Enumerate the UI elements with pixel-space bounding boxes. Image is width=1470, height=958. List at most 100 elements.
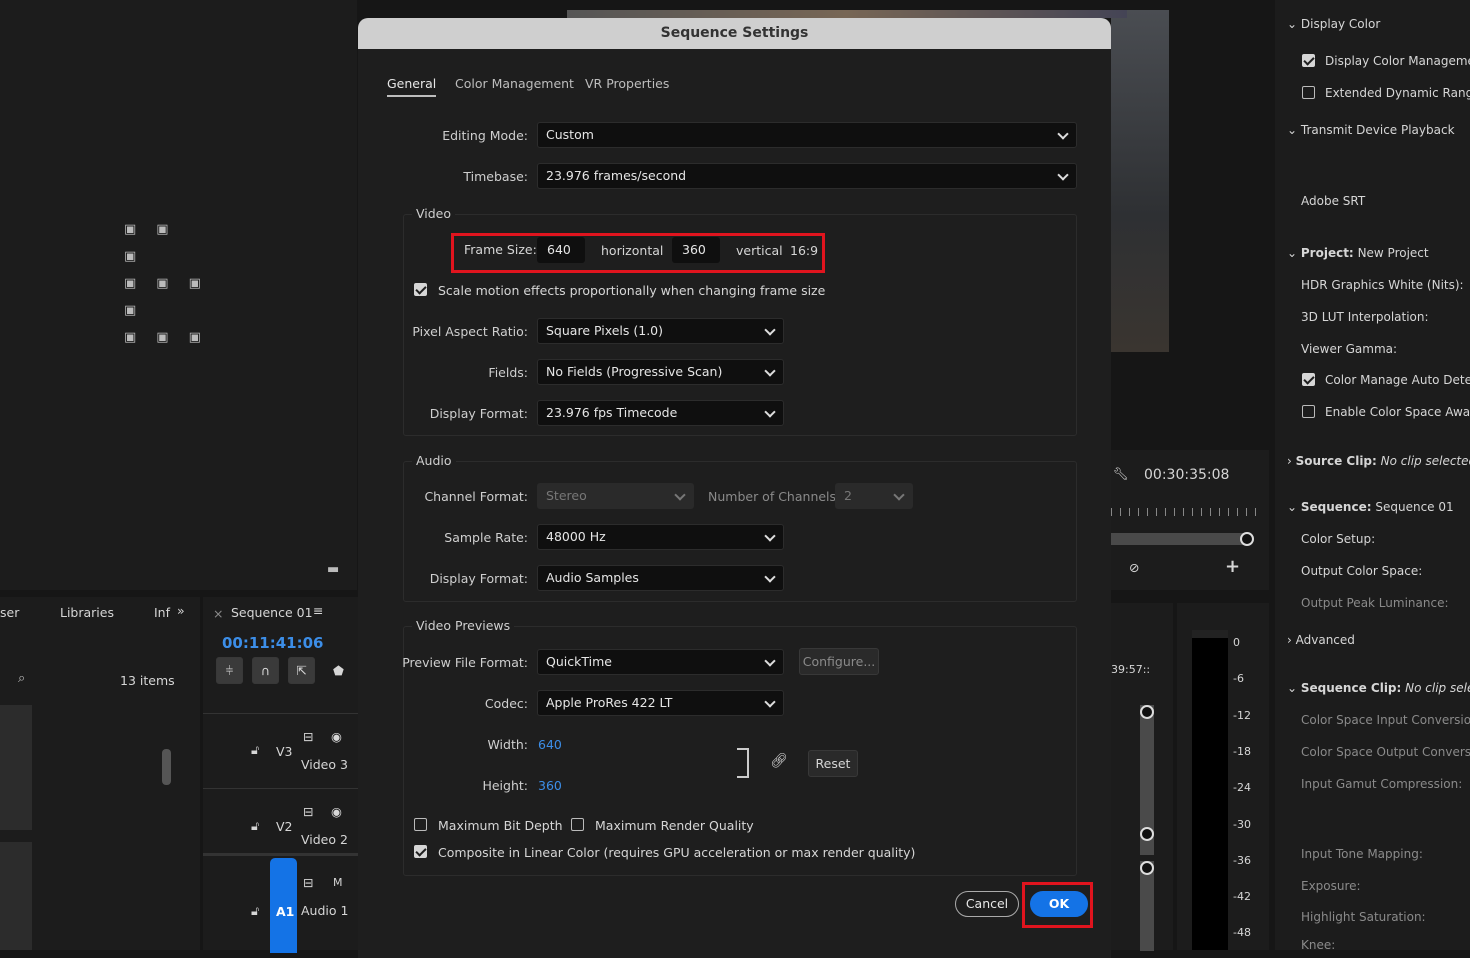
codec-label: Codec: xyxy=(358,696,528,711)
fields-dropdown[interactable]: No Fields (Progressive Scan) xyxy=(537,359,784,385)
scroll-handle[interactable] xyxy=(1140,827,1154,841)
meter-tick-label: -30 xyxy=(1233,818,1251,831)
clip-icon-grid: ▣▣▣▣▣▣▣▣▣▣ xyxy=(124,216,221,351)
channel-format-dropdown[interactable]: Stereo xyxy=(537,483,694,509)
num-channels-dropdown[interactable]: 2 xyxy=(835,483,913,509)
aspect-ratio: 16:9 xyxy=(790,243,818,258)
nest-button[interactable]: ⫩ xyxy=(216,657,243,684)
meter-tick-label: -18 xyxy=(1233,745,1251,758)
audio-display-format-label: Display Format: xyxy=(358,571,528,586)
scroll-handle[interactable] xyxy=(1140,705,1154,719)
linked-selection-button[interactable]: ⇱ xyxy=(288,657,315,684)
add-button-icon[interactable]: + xyxy=(1225,556,1240,577)
sequence-tab[interactable]: Sequence 01 xyxy=(231,605,313,620)
auto-detect-label: Color Manage Auto Detect xyxy=(1325,373,1470,387)
mute-button[interactable]: M xyxy=(333,876,343,889)
close-icon[interactable]: × xyxy=(213,606,223,621)
sync-icon[interactable]: ⊟ xyxy=(303,875,313,890)
marker-icon[interactable]: ⬟ xyxy=(333,663,344,678)
track-name: Audio 1 xyxy=(301,903,348,918)
linear-color-checkbox[interactable] xyxy=(414,845,427,858)
vertical-label: vertical xyxy=(736,243,783,258)
frame-height-input[interactable]: 360 xyxy=(672,237,720,263)
track-id[interactable]: V3 xyxy=(276,744,293,759)
tab-libraries[interactable]: Libraries xyxy=(60,605,114,620)
sync-icon[interactable]: ⊟ xyxy=(303,804,313,819)
lock-icon[interactable]: 🔓︎ xyxy=(251,742,259,758)
preview-width-value[interactable]: 640 xyxy=(538,737,562,752)
fields-label: Fields: xyxy=(358,365,528,380)
transmit-section[interactable]: ⌄ Transmit Device Playback xyxy=(1287,123,1455,137)
display-color-section[interactable]: ⌄ Display Color xyxy=(1287,17,1380,31)
auto-detect-checkbox[interactable] xyxy=(1302,373,1315,386)
scrollbar[interactable] xyxy=(162,749,171,785)
advanced-section[interactable]: › Advanced xyxy=(1287,633,1355,647)
eye-icon[interactable]: ◉ xyxy=(331,804,342,819)
color-space-aware-label: Enable Color Space Aware xyxy=(1325,405,1470,419)
pixel-aspect-dropdown[interactable]: Square Pixels (1.0) xyxy=(537,318,784,344)
lock-icon[interactable]: 🔓︎ xyxy=(251,903,259,919)
video-display-format-label: Display Format: xyxy=(358,406,528,421)
folder-icon[interactable]: ▬ xyxy=(327,562,339,577)
video-section-label: Video xyxy=(412,206,455,221)
codec-dropdown[interactable]: Apple ProRes 422 LT xyxy=(537,690,784,716)
eye-icon[interactable]: ◉ xyxy=(331,729,342,744)
meter-tick-label: -36 xyxy=(1233,854,1251,867)
display-color-mgmt-checkbox[interactable] xyxy=(1302,54,1315,67)
scroll-handle[interactable] xyxy=(1240,532,1254,546)
timebase-dropdown[interactable]: 23.976 frames/second xyxy=(537,163,1077,189)
program-timecode[interactable]: 00:30:35:08 xyxy=(1144,467,1229,483)
link-icon[interactable]: 🔗︎ xyxy=(770,753,788,769)
lut-interp: 3D LUT Interpolation: xyxy=(1301,310,1429,324)
seq-clip-section[interactable]: ⌄ Sequence Clip: No clip selecte xyxy=(1287,681,1470,695)
max-render-quality-checkbox[interactable] xyxy=(571,818,584,831)
preview-format-label: Preview File Format: xyxy=(358,655,528,670)
cancel-button[interactable]: Cancel xyxy=(955,891,1019,917)
max-bit-depth-checkbox[interactable] xyxy=(414,818,427,831)
color-setup: Color Setup: xyxy=(1301,532,1375,546)
track-id[interactable]: A1 xyxy=(276,904,294,919)
find-icon[interactable]: ⌕ xyxy=(18,671,25,686)
preview-format-dropdown[interactable]: QuickTime xyxy=(537,649,784,675)
chevron-down-icon xyxy=(764,655,775,666)
extended-range-checkbox[interactable] xyxy=(1302,86,1315,99)
clip-thumbnail[interactable] xyxy=(0,705,32,830)
color-space-aware-checkbox[interactable] xyxy=(1302,405,1315,418)
tab-general[interactable]: General xyxy=(387,76,436,97)
audio-display-format-dropdown[interactable]: Audio Samples xyxy=(537,565,784,591)
preview-height-value[interactable]: 360 xyxy=(538,778,562,793)
scale-motion-label: Scale motion effects proportionally when… xyxy=(438,283,825,298)
wrench-icon[interactable]: 🔧︎ xyxy=(1113,466,1129,482)
scroll-handle[interactable] xyxy=(1140,861,1154,875)
tab-vr-properties[interactable]: VR Properties xyxy=(585,76,669,91)
reset-button[interactable]: Reset xyxy=(808,750,858,777)
track-id[interactable]: V2 xyxy=(276,819,293,834)
project-section[interactable]: ⌄ Project: New Project xyxy=(1287,246,1429,260)
export-frame-icon[interactable]: ⊘ xyxy=(1129,560,1139,575)
menu-icon[interactable]: ≡ xyxy=(313,603,323,618)
sync-icon[interactable]: ⊟ xyxy=(303,729,313,744)
sample-rate-dropdown[interactable]: 48000 Hz xyxy=(537,524,784,550)
sequence-section[interactable]: ⌄ Sequence: Sequence 01 xyxy=(1287,500,1454,514)
chevron-down-icon xyxy=(674,489,685,500)
display-color-mgmt-label: Display Color Managemen xyxy=(1325,54,1470,68)
more-tabs-icon[interactable]: » xyxy=(177,603,185,618)
video-display-format-dropdown[interactable]: 23.976 fps Timecode xyxy=(537,400,784,426)
clip-thumbnail[interactable] xyxy=(0,842,32,950)
zoom-scrollbar[interactable] xyxy=(1111,533,1251,545)
scale-motion-checkbox[interactable] xyxy=(414,283,427,296)
meter-tick-label: -24 xyxy=(1233,781,1251,794)
editing-mode-dropdown[interactable]: Custom xyxy=(537,122,1077,148)
tab-media-browser[interactable]: ser xyxy=(0,605,19,620)
height-label: Height: xyxy=(358,778,528,793)
snap-button[interactable]: ∩ xyxy=(252,657,279,684)
configure-button[interactable]: Configure... xyxy=(799,648,879,675)
timeline-timecode[interactable]: 00:11:41:06 xyxy=(222,634,324,652)
tab-info[interactable]: Inf xyxy=(154,605,170,620)
frame-width-input[interactable]: 640 xyxy=(537,237,585,263)
adobe-srt: Adobe SRT xyxy=(1301,194,1365,208)
source-clip-section[interactable]: › Source Clip: No clip selected xyxy=(1287,454,1470,468)
ok-button[interactable]: OK xyxy=(1030,891,1088,917)
tab-color-management[interactable]: Color Management xyxy=(455,76,574,91)
lock-icon[interactable]: 🔓︎ xyxy=(251,818,259,834)
